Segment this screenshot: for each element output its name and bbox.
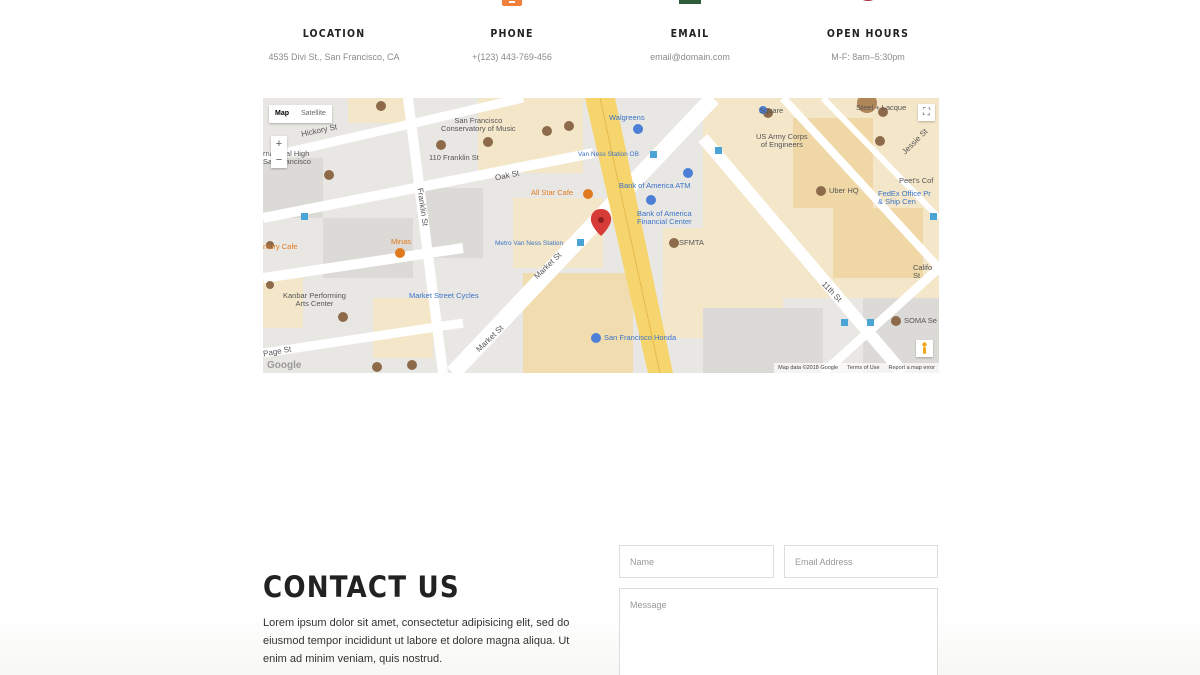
info-title: PHONE (490, 28, 534, 40)
map-label: US Army Corps of Engineers (756, 132, 808, 149)
map-label: Califo St (913, 263, 933, 280)
info-title: OPEN HOURS (826, 28, 910, 40)
map-label: Bank of America ATM (619, 181, 691, 190)
map-label: Peet's Cof (899, 176, 934, 185)
name-field[interactable]: Name (619, 545, 774, 578)
zoom-in-button[interactable]: + (271, 136, 287, 152)
map-label: All Star Cafe (531, 188, 574, 197)
map-label: SOMA Se (904, 316, 937, 325)
map-type-map-button[interactable]: Map (269, 105, 295, 123)
map-label: San Francisco Honda (604, 333, 677, 342)
contact-title: CONTACT US (263, 570, 460, 604)
google-map[interactable]: Hickory St San Francisco Conservatory of… (263, 98, 939, 373)
map-canvas[interactable] (263, 98, 939, 373)
map-label: Market Street Cycles (409, 291, 479, 300)
report-map-error-link[interactable]: Report a map error (889, 363, 935, 373)
map-label: 110 Franklin St (429, 153, 479, 162)
map-label: Metro Van Ness Station (495, 240, 564, 247)
contact-info-row: LOCATION 4535 Divi St., San Francisco, C… (245, 0, 955, 80)
map-label: Van Ness Station OB (578, 151, 639, 158)
info-value: 4535 Divi St., San Francisco, CA (268, 52, 400, 62)
google-logo: Google (267, 360, 302, 371)
info-title: EMAIL (670, 28, 710, 40)
map-label: Uber HQ (829, 186, 859, 195)
street-view-pegman-icon[interactable] (916, 340, 933, 357)
fullscreen-icon[interactable]: ⛶ (918, 104, 935, 121)
message-field[interactable]: Message (619, 588, 938, 675)
map-data-attribution: Map data ©2018 Google (778, 365, 839, 371)
map-type-satellite-button[interactable]: Satellite (295, 105, 332, 123)
map-label: Walgreens (609, 113, 645, 122)
map-label: ntury Cafe (263, 242, 298, 251)
map-label: Kanbar Performing Arts Center (283, 291, 346, 308)
clock-icon (863, 0, 873, 1)
envelope-icon (679, 0, 701, 4)
contact-description: Lorem ipsum dolor sit amet, consectetur … (263, 617, 570, 665)
phone-icon (502, 0, 522, 6)
info-title: LOCATION (302, 28, 366, 40)
map-label: San Francisco Conservatory of Music (441, 116, 516, 133)
map-label: Minas (391, 237, 412, 246)
map-type-toggle[interactable]: Map Satellite (269, 105, 332, 123)
zoom-control[interactable]: + − (271, 136, 287, 168)
map-label: Bank of America Financial Center (637, 209, 692, 226)
map-pin-icon (323, 0, 345, 6)
map-label: Steel + Lacque (856, 103, 907, 112)
email-field[interactable]: Email Address (784, 545, 938, 578)
terms-of-use-link[interactable]: Terms of Use (847, 363, 879, 373)
info-value: M-F: 8am–5:30pm (831, 52, 905, 62)
background-foliage (0, 610, 1200, 675)
map-label: SFMTA (679, 238, 704, 247)
info-value: email@domain.com (650, 52, 730, 62)
info-value: +(123) 443-769-456 (472, 52, 552, 62)
map-label: Square (759, 106, 784, 115)
map-label: FedEx Office Pr & Ship Cen (878, 189, 931, 206)
map-footer: Map data ©2018 Google Terms of Use Repor… (774, 363, 939, 373)
zoom-out-button[interactable]: − (271, 152, 287, 168)
